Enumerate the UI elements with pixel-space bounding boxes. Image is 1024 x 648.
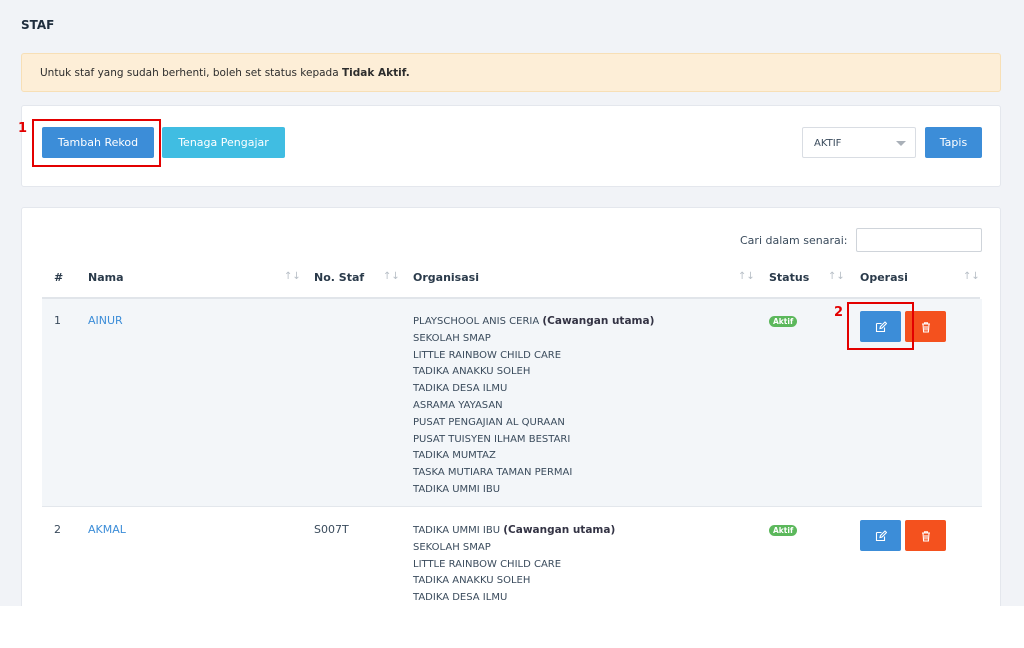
organisation-item: TADIKA ANAKKU SOLEH: [413, 366, 531, 378]
table-card: Cari dalam senarai: # Nama ↑↓ No. Staf ↑…: [21, 207, 1001, 606]
search-label: Cari dalam senarai:: [740, 234, 848, 247]
sort-icon[interactable]: ↑↓: [828, 271, 845, 282]
organisation-item: TADIKA DESA ILMU: [413, 383, 508, 395]
organisation-item: TADIKA UMMI IBU: [413, 483, 501, 495]
column-header-staff-no[interactable]: No. Staf: [314, 271, 364, 284]
sort-icon[interactable]: ↑↓: [284, 271, 301, 282]
organisation-item: PUSAT PENGAJIAN AL QURAAN: [413, 416, 565, 428]
organisation-item: TADIKA MUMTAZ: [413, 450, 496, 462]
edit-button[interactable]: [860, 520, 901, 551]
organisation-item: SEKOLAH SMAP: [413, 332, 491, 344]
delete-button[interactable]: [905, 520, 946, 551]
highlight-box-1: [32, 119, 161, 167]
organisation-list: TADIKA UMMI IBU (Cawangan utama) SEKOLAH…: [413, 522, 615, 606]
alert-bold-text: Tidak Aktif.: [342, 67, 410, 79]
organisation-item: ASRAMA YAYASAN: [413, 399, 503, 411]
status-filter-value: AKTIF: [814, 138, 842, 149]
staff-number: S007T: [314, 523, 349, 536]
status-badge: Aktif: [769, 525, 798, 536]
organisation-item: SEKOLAH SMAP: [413, 541, 491, 553]
edit-icon: [875, 529, 887, 541]
alert-text: Untuk staf yang sudah berhenti, boleh se…: [40, 67, 342, 79]
organisation-item: LITTLE RAINBOW CHILD CARE: [413, 558, 562, 570]
trash-icon: [921, 530, 930, 542]
row-index: 2: [54, 523, 61, 536]
table-row: 2 AKMAL S007T TADIKA UMMI IBU (Cawangan …: [42, 508, 982, 606]
main-organisation: PLAYSCHOOL ANIS CERIA (Cawangan utama): [413, 315, 655, 327]
toolbar-card: Tambah Rekod Tenaga Pengajar AKTIF Tapis: [21, 105, 1001, 187]
sort-icon[interactable]: ↑↓: [963, 271, 980, 282]
page: STAF Untuk staf yang sudah berhenti, bol…: [0, 0, 1024, 606]
row-index: 1: [54, 314, 61, 327]
column-header-index[interactable]: #: [54, 271, 63, 284]
organisation-item: LITTLE RAINBOW CHILD CARE: [413, 349, 562, 361]
highlight-box-2: [847, 302, 914, 350]
status-filter-select[interactable]: AKTIF: [802, 127, 916, 158]
sort-icon[interactable]: ↑↓: [383, 271, 400, 282]
chevron-down-icon: [896, 141, 906, 146]
info-alert: Untuk staf yang sudah berhenti, boleh se…: [21, 53, 1001, 92]
organisation-item: TADIKA DESA ILMU: [413, 592, 508, 604]
main-organisation: TADIKA UMMI IBU (Cawangan utama): [413, 524, 616, 536]
search-input[interactable]: [856, 228, 982, 252]
table-row: 1 AINUR PLAYSCHOOL ANIS CERIA (Cawangan …: [42, 299, 982, 507]
organisation-item: TASKA MUTIARA TAMAN PERMAI: [413, 467, 573, 479]
staff-name-link[interactable]: AKMAL: [88, 523, 126, 536]
organisation-item: PUSAT TUISYEN ILHAM BESTARI: [413, 433, 571, 445]
teachers-button[interactable]: Tenaga Pengajar: [162, 127, 285, 158]
page-title: STAF: [21, 18, 55, 32]
annotation-number-2: 2: [834, 305, 844, 320]
staff-name-link[interactable]: AINUR: [88, 314, 123, 327]
column-header-operations[interactable]: Operasi: [860, 271, 908, 284]
status-badge: Aktif: [769, 316, 798, 327]
organisation-list: PLAYSCHOOL ANIS CERIA (Cawangan utama) S…: [413, 313, 654, 499]
trash-icon: [921, 321, 930, 333]
annotation-number-1: 1: [18, 121, 28, 136]
filter-button[interactable]: Tapis: [925, 127, 982, 158]
column-header-name[interactable]: Nama: [88, 271, 124, 284]
column-header-organisation[interactable]: Organisasi: [413, 271, 479, 284]
column-header-status[interactable]: Status: [769, 271, 809, 284]
organisation-item: TADIKA ANAKKU SOLEH: [413, 575, 531, 587]
sort-icon[interactable]: ↑↓: [738, 271, 755, 282]
